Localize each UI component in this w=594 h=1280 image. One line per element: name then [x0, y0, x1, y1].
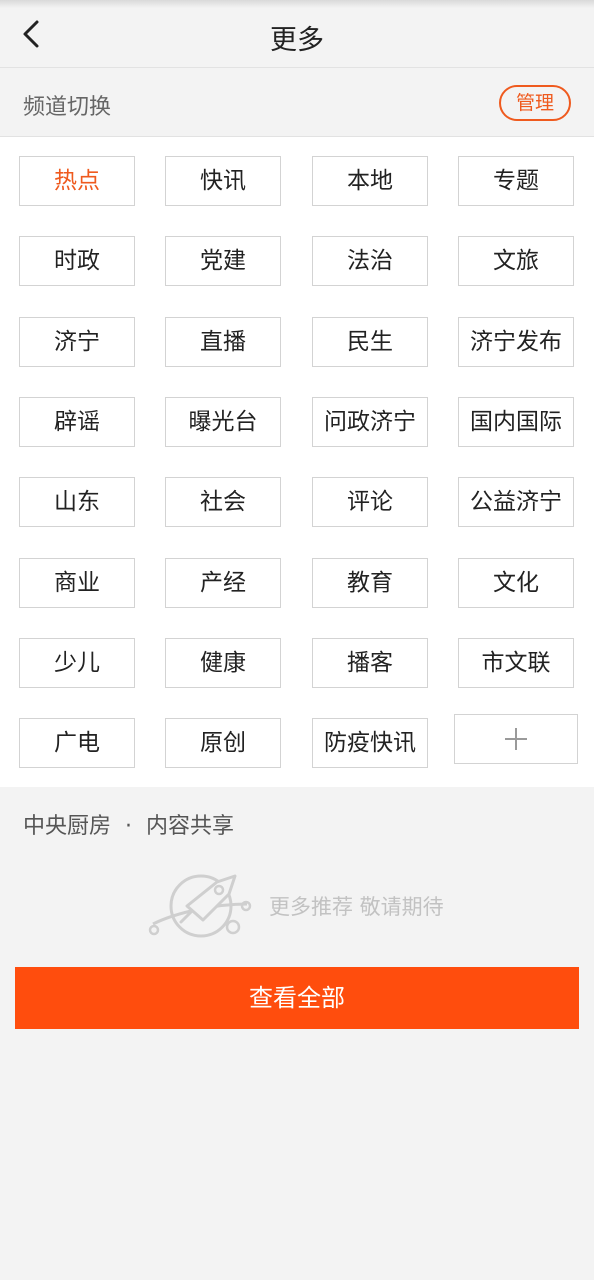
rocket-planet-icon [148, 874, 252, 938]
channel-tile[interactable]: 原创 [165, 718, 281, 768]
add-channel-button[interactable] [454, 714, 578, 764]
header: 更多 [0, 0, 594, 68]
channel-tile[interactable]: 少儿 [19, 638, 135, 688]
channel-tile[interactable]: 播客 [312, 638, 428, 688]
channel-tile[interactable]: 国内国际 [458, 397, 574, 447]
central-kitchen-subtitle: 内容共享 [146, 814, 235, 839]
channel-tile[interactable]: 济宁发布 [458, 317, 574, 367]
header-divider [0, 67, 594, 68]
view-all-button[interactable]: 查看全部 [15, 967, 579, 1029]
plus-icon [505, 728, 527, 750]
central-kitchen-title: 中央厨房 [23, 814, 112, 839]
channel-tile[interactable]: 热点 [19, 156, 135, 206]
channel-tile[interactable]: 曝光台 [165, 397, 281, 447]
channel-tile[interactable]: 山东 [19, 477, 135, 527]
channel-panel: 热点 快讯 本地 专题时政 党建 法治 文旅济宁 直播 民生 济宁发布辟谣 曝光台 问政济宁 国内国际山… [0, 137, 594, 787]
channel-tile[interactable]: 法治 [312, 236, 428, 286]
channel-tile[interactable]: 本地 [312, 156, 428, 206]
channel-tile[interactable]: 社会 [165, 477, 281, 527]
channel-tile[interactable]: 产经 [165, 558, 281, 608]
channel-tile[interactable]: 问政济宁 [312, 397, 428, 447]
channel-tile[interactable]: 评论 [312, 477, 428, 527]
page-title: 更多 [270, 25, 324, 56]
channel-tile[interactable]: 民生 [312, 317, 428, 367]
channel-tile[interactable]: 教育 [312, 558, 428, 608]
manage-button[interactable]: 管理 [499, 85, 571, 121]
channel-tile[interactable]: 文化 [458, 558, 574, 608]
channel-tile[interactable]: 辟谣 [19, 397, 135, 447]
channel-tile[interactable]: 党建 [165, 236, 281, 286]
channel-tile[interactable]: 文旅 [458, 236, 574, 286]
central-kitchen-heading: 中央厨房 · 内容共享 [23, 808, 234, 840]
channel-tile[interactable]: 健康 [165, 638, 281, 688]
channel-tile[interactable]: 快讯 [165, 156, 281, 206]
channel-tile[interactable]: 直播 [165, 317, 281, 367]
heading-separator: · [125, 814, 133, 839]
channel-switch-label: 频道切换 [23, 95, 112, 120]
channel-tile[interactable]: 广电 [19, 718, 135, 768]
channel-tile[interactable]: 专题 [458, 156, 574, 206]
channel-tile[interactable]: 商业 [19, 558, 135, 608]
empty-state-text: 更多推荐 敬请期待 [269, 895, 444, 919]
channel-tile[interactable]: 济宁 [19, 317, 135, 367]
channel-tile[interactable]: 防疫快讯 [312, 718, 428, 768]
channel-tile[interactable]: 时政 [19, 236, 135, 286]
channel-tile[interactable]: 市文联 [458, 638, 574, 688]
channel-tile[interactable]: 公益济宁 [458, 477, 574, 527]
